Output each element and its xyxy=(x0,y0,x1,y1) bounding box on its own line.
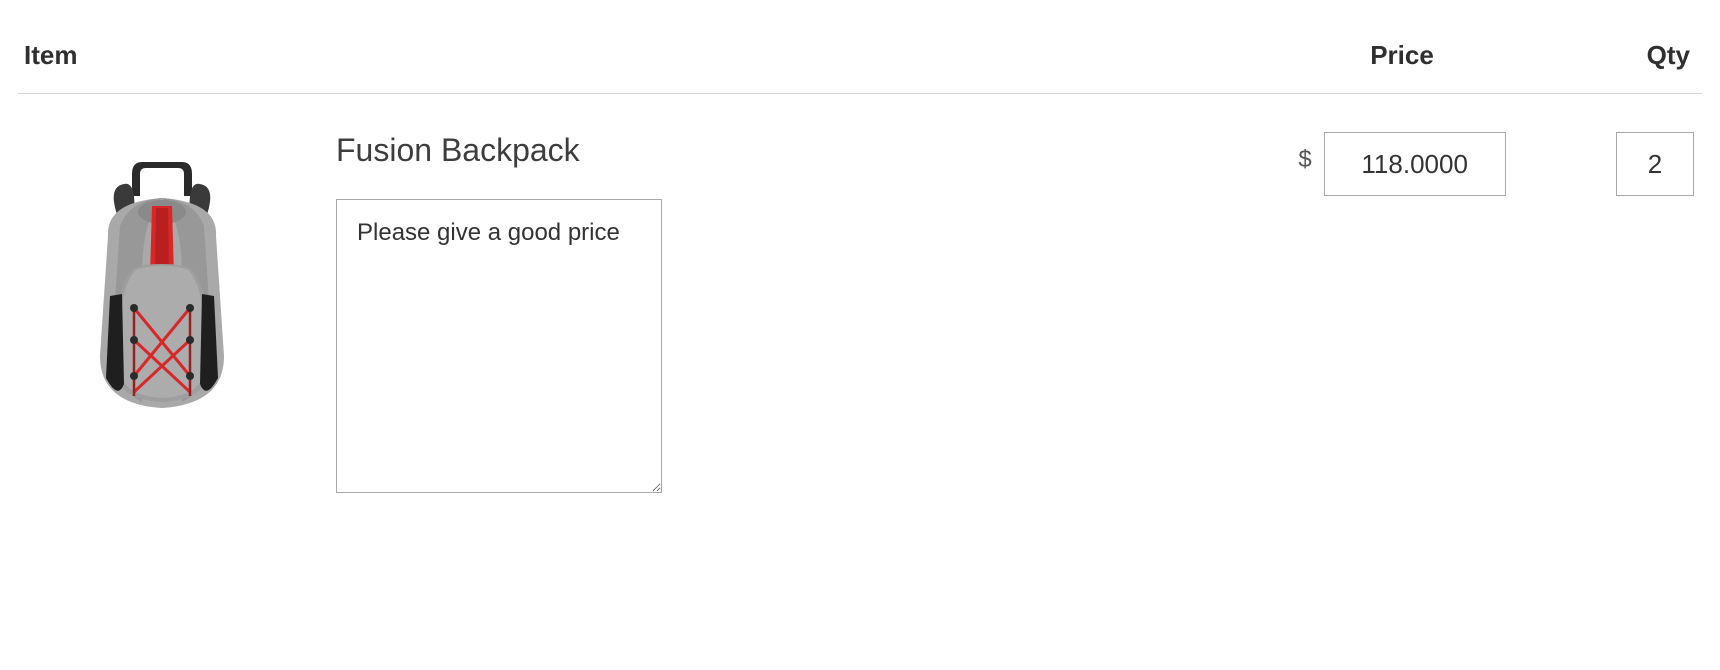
item-note-textarea[interactable] xyxy=(336,199,662,493)
currency-symbol: $ xyxy=(1298,132,1311,174)
item-cell: Fusion Backpack xyxy=(18,128,1262,498)
product-details: Fusion Backpack xyxy=(336,128,1262,498)
table-header-row: Item Price Qty xyxy=(18,40,1702,94)
order-items-table: Item Price Qty xyxy=(0,0,1720,498)
price-cell: $ xyxy=(1262,128,1542,196)
price-input[interactable] xyxy=(1324,132,1506,196)
qty-input[interactable] xyxy=(1616,132,1694,196)
product-name: Fusion Backpack xyxy=(336,132,1262,169)
header-item: Item xyxy=(18,40,1262,71)
backpack-icon xyxy=(62,156,262,416)
product-image xyxy=(48,138,276,434)
header-qty: Qty xyxy=(1542,40,1702,71)
header-price: Price xyxy=(1262,40,1542,71)
table-row: Fusion Backpack $ xyxy=(18,94,1702,498)
qty-cell xyxy=(1542,128,1702,196)
